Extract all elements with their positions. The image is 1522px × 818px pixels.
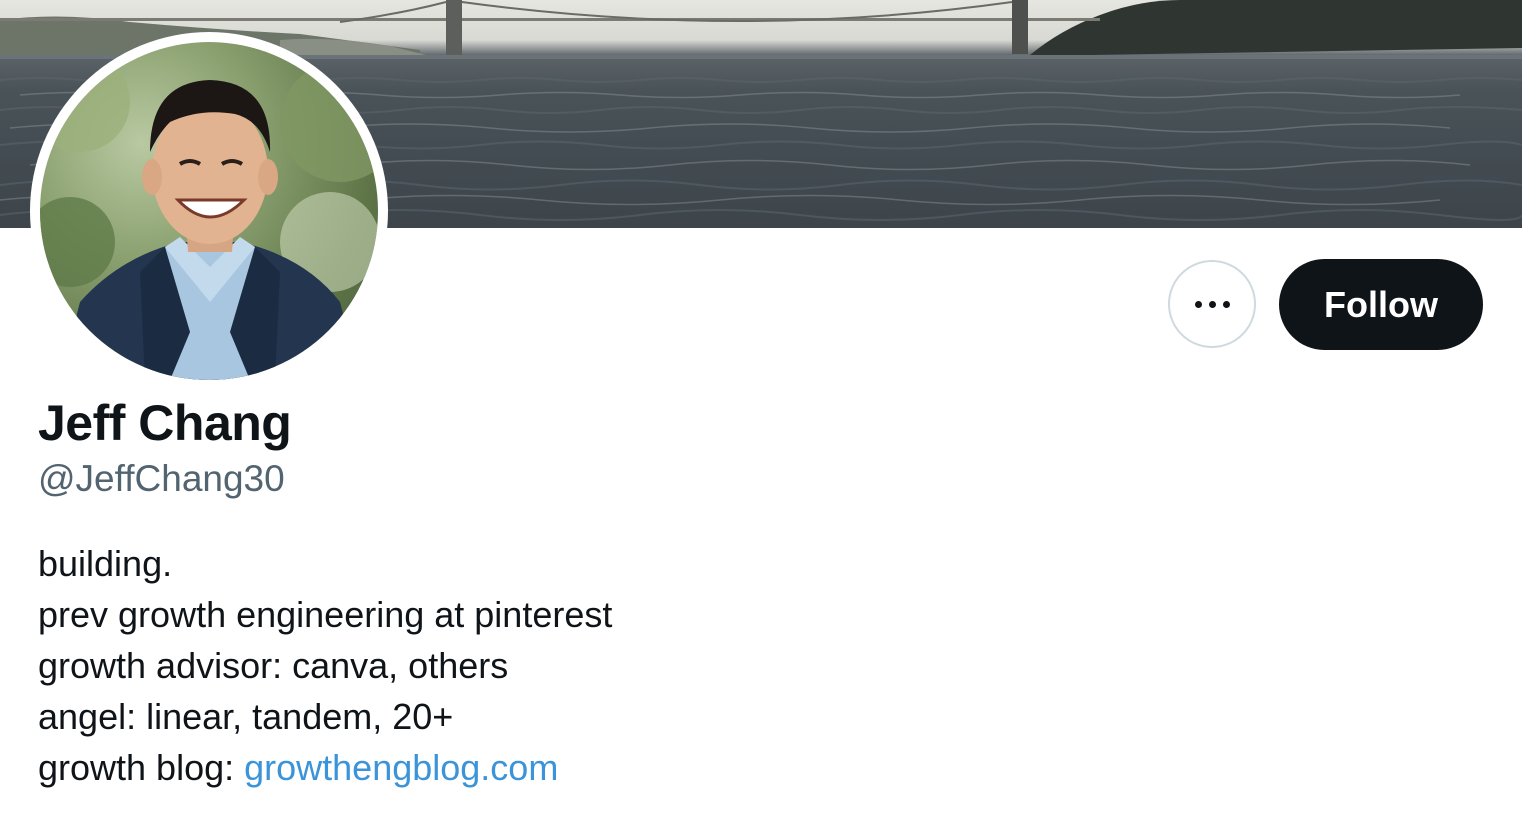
avatar-portrait (40, 52, 378, 380)
more-horizontal-icon (1194, 300, 1230, 308)
display-name: Jeff Chang (38, 395, 292, 451)
more-options-button[interactable] (1168, 260, 1256, 348)
user-handle: @JeffChang30 (38, 458, 285, 499)
bio-line: prev growth engineering at pinterest (38, 594, 613, 635)
bio-line: building. (38, 543, 173, 584)
avatar[interactable] (40, 42, 378, 380)
bio-line: angel: linear, tandem, 20+ (38, 696, 454, 737)
blog-prefix: growth blog: (38, 747, 245, 788)
follow-button-label: Follow (1324, 283, 1438, 325)
follow-button[interactable]: Follow (1279, 259, 1483, 350)
profile-bio: building. prev growth engineering at pin… (38, 538, 612, 793)
blog-link[interactable]: growthengblog.com (244, 747, 558, 788)
bio-line-blog: growth blog: growthengblog.com (38, 742, 612, 793)
bio-line: growth advisor: canva, others (38, 645, 509, 686)
